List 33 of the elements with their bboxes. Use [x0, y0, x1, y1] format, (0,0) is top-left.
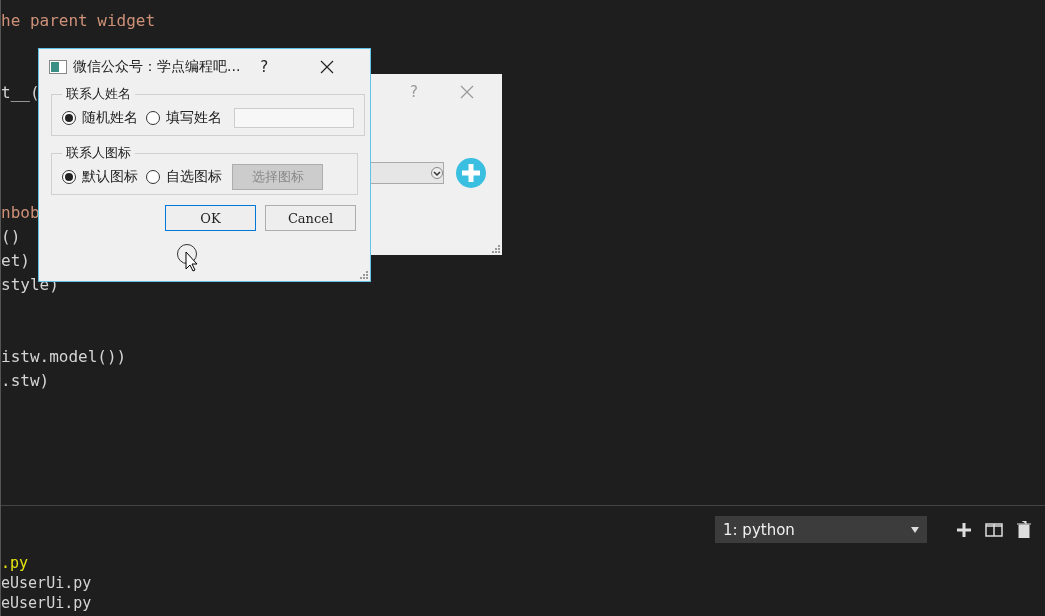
code-line: t__(	[1, 82, 40, 104]
code-line: .stw)	[1, 370, 50, 392]
code-line: he parent widget	[1, 10, 156, 32]
code-line: nbob	[1, 202, 40, 224]
help-button[interactable]: ?	[260, 58, 269, 76]
terminal-select[interactable]: 1: python	[715, 516, 927, 543]
resize-grip-icon[interactable]	[491, 244, 500, 253]
dropdown-arrow-icon	[911, 526, 919, 533]
code-line: et)	[1, 250, 30, 272]
window-icon	[49, 60, 67, 74]
trash-icon[interactable]	[1017, 521, 1031, 538]
radio-button[interactable]: 自选图标	[146, 168, 222, 186]
radio-button[interactable]: 填写姓名	[146, 109, 222, 127]
plus-icon[interactable]	[957, 522, 971, 537]
terminal-line: eUserUi.py	[1, 573, 92, 593]
close-icon[interactable]	[320, 60, 335, 74]
dialog-button[interactable]: OK	[165, 205, 256, 231]
chevron-down-icon	[431, 167, 443, 179]
add-circle-icon[interactable]	[456, 158, 486, 188]
code-line: istw.model())	[1, 346, 127, 368]
group-title: 联系人姓名	[65, 85, 132, 103]
code-line: ()	[1, 226, 21, 248]
window-title: 微信公众号：学点编程吧...	[73, 58, 241, 76]
terminal-line: .py	[1, 553, 29, 573]
name-input[interactable]	[234, 108, 354, 128]
resize-grip-icon[interactable]	[359, 270, 368, 279]
dialog-button[interactable]: Cancel	[265, 205, 356, 231]
terminal-line: eUserUi.py	[1, 593, 92, 613]
radio-button[interactable]: 随机姓名	[62, 109, 138, 127]
radio-button[interactable]: 默认图标	[62, 168, 138, 186]
combo-box[interactable]	[370, 162, 444, 184]
group-title: 联系人图标	[65, 144, 132, 162]
split-icon[interactable]	[985, 522, 1003, 537]
